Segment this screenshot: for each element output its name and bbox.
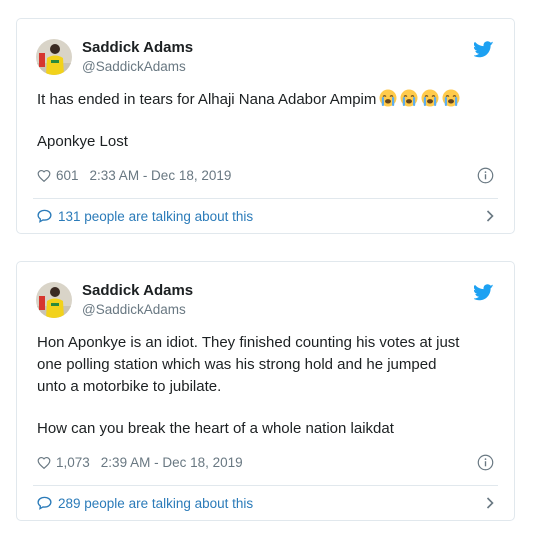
tweet-text-line: one polling station which was his strong…: [37, 356, 437, 373]
like-count[interactable]: 1,073: [56, 455, 90, 470]
tweet-card[interactable]: Saddick Adams @SaddickAdams Hon Aponkye …: [16, 261, 515, 521]
tweet-text-line: How can you break the heart of a whole n…: [37, 420, 394, 437]
author-handle[interactable]: @SaddickAdams: [82, 59, 186, 74]
twitter-bird-icon[interactable]: [474, 284, 494, 301]
tweet-text: It has ended in tears for Alhaji Nana Ad…: [37, 89, 498, 152]
loudly-crying-face-icon: [442, 89, 460, 107]
loudly-crying-face-icon: [421, 89, 439, 107]
heart-icon[interactable]: [37, 456, 51, 469]
conversation-link[interactable]: 289 people are talking about this: [37, 494, 494, 512]
tweet-text-line: Hon Aponkye is an idiot. They finished c…: [37, 334, 460, 351]
info-icon[interactable]: [477, 167, 494, 184]
timestamp[interactable]: 2:33 AM - Dec 18, 2019: [90, 168, 232, 183]
divider: [33, 485, 498, 486]
tweet-text-line: It has ended in tears for Alhaji Nana Ad…: [37, 91, 377, 108]
tweet-meta: 601 2:33 AM - Dec 18, 2019: [37, 166, 231, 184]
like-count[interactable]: 601: [56, 168, 79, 183]
tweet-text: Hon Aponkye is an idiot. They finished c…: [37, 333, 498, 439]
author-name[interactable]: Saddick Adams: [82, 282, 193, 299]
tweet-text-line: Aponkye Lost: [37, 133, 128, 150]
avatar[interactable]: [36, 39, 72, 75]
tweet-text-line: [37, 110, 498, 132]
tweet-text-line: [37, 397, 498, 419]
avatar[interactable]: [36, 282, 72, 318]
tweet-card[interactable]: Saddick Adams @SaddickAdams It has ended…: [16, 18, 515, 234]
twitter-bird-icon[interactable]: [474, 41, 494, 58]
author-name[interactable]: Saddick Adams: [82, 39, 193, 56]
speech-bubble-icon: [37, 496, 52, 510]
info-icon[interactable]: [477, 454, 494, 471]
speech-bubble-icon: [37, 209, 52, 223]
loudly-crying-face-icon: [379, 89, 397, 107]
chevron-right-icon[interactable]: [486, 210, 494, 222]
tweet-text-line: unto a motorbike to jubilate.: [37, 378, 222, 395]
conversation-count[interactable]: 131 people are talking about this: [58, 209, 253, 224]
tweet-meta: 1,073 2:39 AM - Dec 18, 2019: [37, 453, 243, 471]
author-handle[interactable]: @SaddickAdams: [82, 302, 186, 317]
heart-icon[interactable]: [37, 169, 51, 182]
loudly-crying-face-icon: [400, 89, 418, 107]
chevron-right-icon[interactable]: [486, 497, 494, 509]
timestamp[interactable]: 2:39 AM - Dec 18, 2019: [101, 455, 243, 470]
conversation-link[interactable]: 131 people are talking about this: [37, 207, 494, 225]
divider: [33, 198, 498, 199]
conversation-count[interactable]: 289 people are talking about this: [58, 496, 253, 511]
